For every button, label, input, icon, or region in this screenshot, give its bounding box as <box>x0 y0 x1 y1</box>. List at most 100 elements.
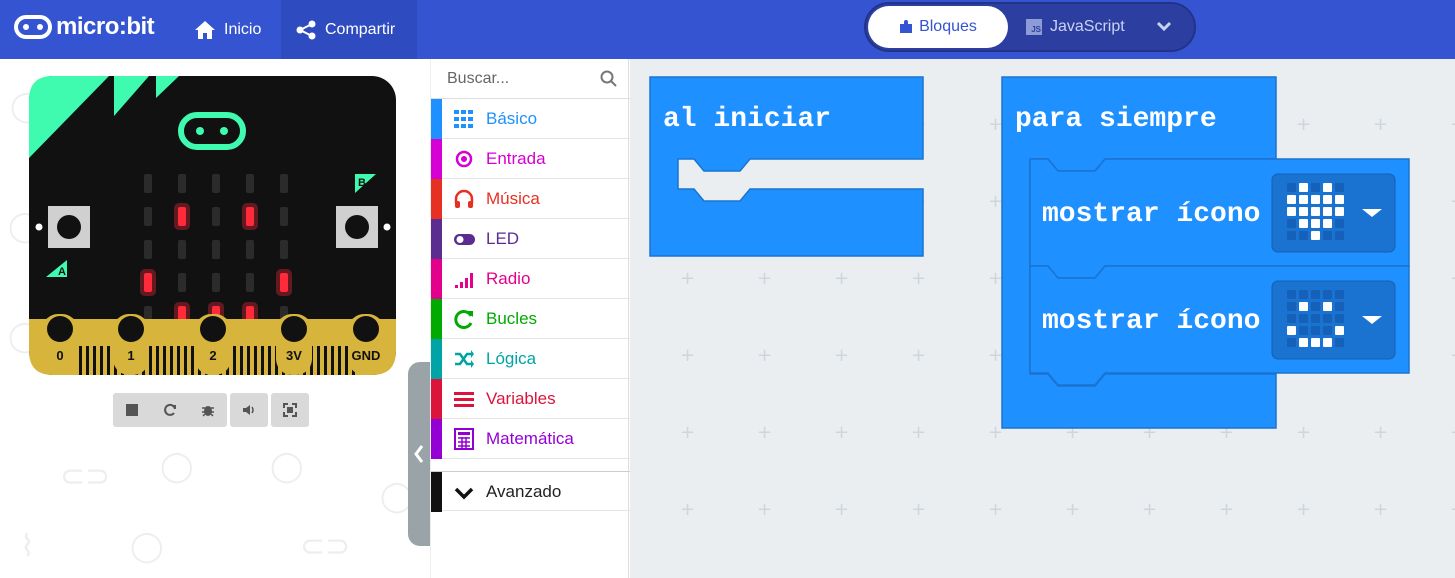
category-label: Música <box>486 189 540 208</box>
mute-button[interactable] <box>230 393 268 427</box>
javascript-tab[interactable]: JS JavaScript <box>1026 6 1136 48</box>
category-bucles[interactable]: Bucles <box>431 299 630 339</box>
icon-pixel-on <box>1287 195 1296 204</box>
restart-button[interactable] <box>151 393 189 427</box>
board-logo-eye <box>196 127 204 135</box>
blocks-workspace[interactable]: ++++++++++++++++++++++++++++++++++++++++… <box>630 59 1455 578</box>
lines-icon <box>454 392 474 407</box>
share-button[interactable]: Compartir <box>281 0 417 59</box>
icon-pixel-on <box>1335 326 1344 335</box>
icon-pixel-off <box>1311 183 1320 192</box>
refresh-icon <box>454 310 473 329</box>
connector-tooth <box>240 346 243 375</box>
toolbox: Básico Entrada Música LED Radio Bucles Lógica V… <box>430 59 630 578</box>
stop-button[interactable] <box>113 393 151 427</box>
icon-pixel-on <box>1311 195 1320 204</box>
category-advanced[interactable]: Avanzado <box>431 471 630 512</box>
search-box <box>431 59 630 99</box>
icon-pixel-off <box>1287 219 1296 228</box>
category-label: Matemática <box>486 429 574 448</box>
led-off <box>212 273 220 292</box>
icon-pixel-off <box>1287 183 1296 192</box>
icon-pixel-off <box>1323 314 1332 323</box>
category-led[interactable]: LED <box>431 219 630 259</box>
sim-fullscreen <box>271 393 309 427</box>
category-label: Lógica <box>486 349 537 368</box>
icon-pixel-off <box>1311 290 1320 299</box>
led-off <box>144 240 152 259</box>
pin-label: 1 <box>127 348 134 363</box>
show-icon-label: mostrar ícono <box>1042 199 1260 230</box>
icon-pixel-on <box>1299 302 1308 311</box>
led-on <box>178 207 186 226</box>
connector-tooth <box>191 346 194 375</box>
category-variables[interactable]: Variables <box>431 379 630 419</box>
category-musica[interactable]: Música <box>431 179 630 219</box>
icon-pixel-on <box>1323 207 1332 216</box>
category-label: Variables <box>486 389 556 408</box>
led-off <box>212 207 220 226</box>
search-icon[interactable] <box>600 70 618 88</box>
category-basico[interactable]: Básico <box>431 99 630 139</box>
icon-preview-heart <box>1287 183 1344 240</box>
category-radio[interactable]: Radio <box>431 259 630 299</box>
led-off <box>246 240 254 259</box>
category-logica[interactable]: Lógica <box>431 339 630 379</box>
led-off <box>144 174 152 193</box>
headphones-icon <box>454 189 474 208</box>
led-off <box>178 273 186 292</box>
connector-tooth <box>107 346 110 375</box>
connector-tooth <box>100 346 103 375</box>
debug-button[interactable] <box>189 393 227 427</box>
microbit-board[interactable]: A B 0 1 2 3V GND <box>29 76 396 375</box>
led-off <box>212 174 220 193</box>
icon-pixel-off <box>1287 231 1296 240</box>
category-color-bar <box>431 299 442 339</box>
connector-tooth <box>317 346 320 375</box>
blocks-tab[interactable]: Bloques <box>868 6 1008 48</box>
share-icon <box>296 20 316 39</box>
category-entrada[interactable]: Entrada <box>431 139 630 179</box>
sim-sound <box>230 393 268 427</box>
shuffle-icon <box>455 350 474 368</box>
fullscreen-button[interactable] <box>271 393 309 427</box>
button-b-cap[interactable] <box>345 215 369 239</box>
blocks-label: Bloques <box>919 18 977 35</box>
icon-pixel-on <box>1299 338 1308 347</box>
led-on <box>246 207 254 226</box>
category-color-bar <box>431 139 442 179</box>
category-label: Radio <box>486 269 531 288</box>
category-color-bar <box>431 259 442 299</box>
icon-pixel-off <box>1335 314 1344 323</box>
bug-icon <box>202 406 214 417</box>
category-matematica[interactable]: Matemática <box>431 419 630 459</box>
microbit-logo[interactable]: micro:bit <box>14 13 155 41</box>
icon-pixel-on <box>1335 207 1344 216</box>
category-advanced-label: Avanzado <box>486 482 562 501</box>
icon-pixel-off <box>1311 314 1320 323</box>
home-button[interactable]: Inicio <box>180 0 275 59</box>
icon-pixel-on <box>1299 183 1308 192</box>
restart-icon <box>164 403 176 416</box>
collapse-simulator-button[interactable] <box>408 362 430 546</box>
board-logo-eye <box>220 127 228 135</box>
icon-pixel-off <box>1335 338 1344 347</box>
led-off <box>144 207 152 226</box>
pin-label: 0 <box>56 348 63 363</box>
calculator-icon <box>454 428 474 450</box>
category-label: Entrada <box>486 149 546 168</box>
category-label: LED <box>486 229 520 248</box>
chevron-down-icon[interactable] <box>1154 16 1174 36</box>
connector-tooth <box>254 346 257 375</box>
javascript-label: JavaScript <box>1050 18 1125 35</box>
connector-tooth <box>177 346 180 375</box>
icon-pixel-off <box>1311 302 1320 311</box>
pin-hole <box>281 316 307 342</box>
pin-label: 3V <box>286 348 302 363</box>
button-a-cap[interactable] <box>57 215 81 239</box>
icon-pixel-off <box>1299 290 1308 299</box>
led-on <box>144 273 152 292</box>
show-icon-label: mostrar ícono <box>1042 306 1260 337</box>
icon-pixel-on <box>1323 219 1332 228</box>
icon-pixel-off <box>1335 231 1344 240</box>
